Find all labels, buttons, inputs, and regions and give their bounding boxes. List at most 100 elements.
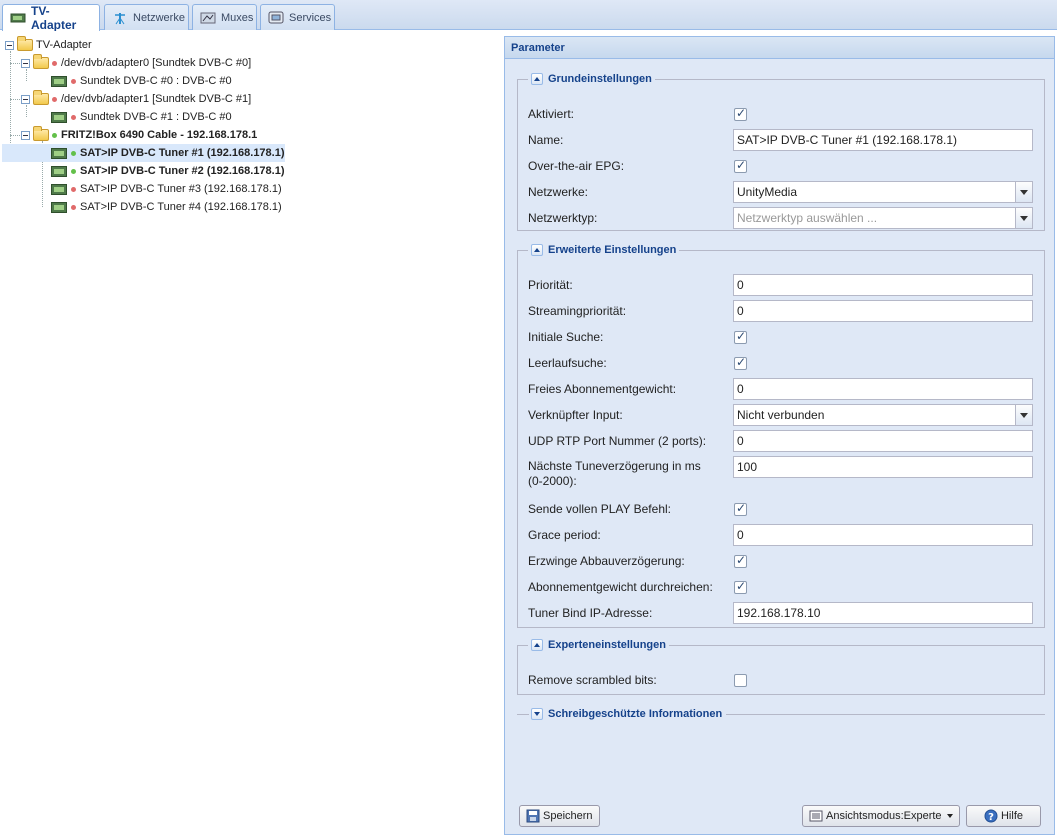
tv-card-icon <box>51 165 67 177</box>
aktiviert-checkbox[interactable] <box>734 106 747 121</box>
save-button[interactable]: Speichern <box>519 805 600 827</box>
tab-label: Services <box>289 11 332 24</box>
tab-bar: TV-Adapter Netzwerke Muxes Services <box>0 0 1057 32</box>
expand-icon[interactable] <box>531 708 543 720</box>
collapse-icon[interactable] <box>21 130 30 140</box>
collapse-icon[interactable] <box>5 40 14 50</box>
tab-tv-adapter[interactable]: TV-Adapter <box>2 4 100 32</box>
legend-readonly[interactable]: Schreibgeschützte Informationen <box>517 707 1045 721</box>
tree-node-adapter0-frontend[interactable]: Sundtek DVB-C #0 : DVB-C #0 <box>51 72 232 90</box>
tv-card-icon <box>51 75 67 87</box>
tab-label: TV-Adapter <box>31 4 77 32</box>
status-disabled-icon <box>71 204 76 210</box>
save-icon <box>526 809 540 823</box>
panel-title: Parameter <box>505 37 1054 59</box>
initiale-checkbox[interactable] <box>734 329 747 344</box>
abo-field[interactable]: 0 <box>733 378 1033 400</box>
tab-services[interactable]: Services <box>260 4 335 30</box>
row-name: Name: SAT>IP DVB-C Tuner #1 (192.168.178… <box>528 129 1036 151</box>
prioritaet-field[interactable]: 0 <box>733 274 1033 296</box>
scrambled-checkbox[interactable] <box>734 674 747 687</box>
folder-icon <box>33 90 49 105</box>
name-field[interactable]: SAT>IP DVB-C Tuner #1 (192.168.178.1) <box>733 129 1033 151</box>
netzwerktyp-select[interactable]: Netzwerktyp auswählen ... <box>733 207 1033 229</box>
view-mode-button[interactable]: Ansichtsmodus:Experte <box>802 805 960 827</box>
chevron-down-icon[interactable] <box>1015 405 1032 425</box>
fieldset-expert: Experteneinstellungen Remove scrambled b… <box>517 639 1045 695</box>
tv-card-icon <box>51 183 67 195</box>
tunedelay-field[interactable]: 100 <box>733 456 1033 478</box>
leerlauf-checkbox[interactable] <box>734 355 747 370</box>
row-initiale: Initiale Suche: <box>528 326 1036 348</box>
folder-icon <box>33 54 49 69</box>
row-scrambled: Remove scrambled bits: <box>528 669 1036 691</box>
status-disabled-icon <box>71 114 76 120</box>
row-udp: UDP RTP Port Nummer (2 ports): 0 <box>528 430 1036 452</box>
udp-field[interactable]: 0 <box>733 430 1033 452</box>
tab-label: Muxes <box>221 11 254 24</box>
fieldset-advanced: Erweiterte Einstellungen Priorität: 0 St… <box>517 244 1045 628</box>
row-prioritaet: Priorität: 0 <box>528 274 1036 296</box>
row-abo: Freies Abonnementgewicht: 0 <box>528 378 1036 400</box>
row-streaming: Streamingpriorität: 0 <box>528 300 1036 322</box>
tree-node-fritzbox[interactable]: FRITZ!Box 6490 Cable - 192.168.178.1 <box>21 126 257 144</box>
tv-card-icon <box>51 147 67 159</box>
bind-ip-field[interactable]: 192.168.178.10 <box>733 602 1033 624</box>
row-bind: Tuner Bind IP-Adresse: 192.168.178.10 <box>528 602 1036 624</box>
tree-node-tuner4[interactable]: SAT>IP DVB-C Tuner #4 (192.168.178.1) <box>51 198 282 216</box>
abodurch-checkbox[interactable] <box>734 579 747 594</box>
fieldset-basic: Grundeinstellungen Aktiviert: Name: SAT>… <box>517 73 1045 231</box>
collapse-icon[interactable] <box>531 73 543 85</box>
tree-node-root[interactable]: TV-Adapter <box>5 36 92 54</box>
legend-basic[interactable]: Grundeinstellungen <box>528 73 655 85</box>
tree-node-adapter1-frontend[interactable]: Sundtek DVB-C #1 : DVB-C #0 <box>51 108 232 126</box>
collapse-icon[interactable] <box>531 639 543 651</box>
row-abodurch: Abonnementgewicht durchreichen: <box>528 576 1036 598</box>
legend-expert[interactable]: Experteneinstellungen <box>528 639 669 651</box>
tree-node-tuner3[interactable]: SAT>IP DVB-C Tuner #3 (192.168.178.1) <box>51 180 282 198</box>
tv-card-icon <box>51 111 67 123</box>
tree-node-tuner1[interactable]: SAT>IP DVB-C Tuner #1 (192.168.178.1) <box>2 144 285 162</box>
folder-icon <box>33 126 49 141</box>
status-disabled-icon <box>52 96 57 102</box>
svg-text:?: ? <box>988 812 994 823</box>
chevron-down-icon <box>946 814 953 818</box>
tab-label: Netzwerke <box>133 11 185 24</box>
tv-card-icon <box>51 201 67 213</box>
tree-node-adapter1[interactable]: /dev/dvb/adapter1 [Sundtek DVB-C #1] <box>21 90 251 108</box>
tree-node-adapter0[interactable]: /dev/dvb/adapter0 [Sundtek DVB-C #0] <box>21 54 251 72</box>
row-tunedelay: Nächste Tuneverzögerung in ms (0-2000): … <box>528 456 1036 490</box>
mux-icon <box>200 11 216 25</box>
grace-field[interactable]: 0 <box>733 524 1033 546</box>
epg-checkbox[interactable] <box>734 158 747 173</box>
chevron-down-icon[interactable] <box>1015 208 1032 228</box>
antenna-icon <box>112 11 128 25</box>
verknuepft-select[interactable]: Nicht verbunden <box>733 404 1033 426</box>
row-leerlauf: Leerlaufsuche: <box>528 352 1036 374</box>
row-grace: Grace period: 0 <box>528 524 1036 546</box>
row-abbau: Erzwinge Abbauverzögerung: <box>528 550 1036 572</box>
status-enabled-icon <box>71 150 76 156</box>
list-view-icon <box>809 809 823 823</box>
streaming-field[interactable]: 0 <box>733 300 1033 322</box>
status-enabled-icon <box>52 132 57 138</box>
row-aktiviert: Aktiviert: <box>528 103 1036 125</box>
collapse-icon[interactable] <box>21 58 30 68</box>
adapter-tree: TV-Adapter /dev/dvb/adapter0 [Sundtek DV… <box>0 31 503 835</box>
help-button[interactable]: ? Hilfe <box>966 805 1041 827</box>
legend-advanced[interactable]: Erweiterte Einstellungen <box>528 244 679 256</box>
play-checkbox[interactable] <box>734 501 747 516</box>
netzwerke-select[interactable]: UnityMedia <box>733 181 1033 203</box>
tree-node-tuner2[interactable]: SAT>IP DVB-C Tuner #2 (192.168.178.1) <box>51 162 285 180</box>
tab-netzwerke[interactable]: Netzwerke <box>104 4 189 30</box>
chevron-down-icon[interactable] <box>1015 182 1032 202</box>
collapse-icon[interactable] <box>531 244 543 256</box>
row-netzwerke: Netzwerke: UnityMedia <box>528 181 1036 203</box>
services-icon <box>268 11 284 25</box>
collapse-icon[interactable] <box>21 94 30 104</box>
help-icon: ? <box>984 809 998 823</box>
tab-muxes[interactable]: Muxes <box>192 4 257 30</box>
abbau-checkbox[interactable] <box>734 553 747 568</box>
folder-icon <box>17 36 33 51</box>
row-epg: Over-the-air EPG: <box>528 155 1036 177</box>
